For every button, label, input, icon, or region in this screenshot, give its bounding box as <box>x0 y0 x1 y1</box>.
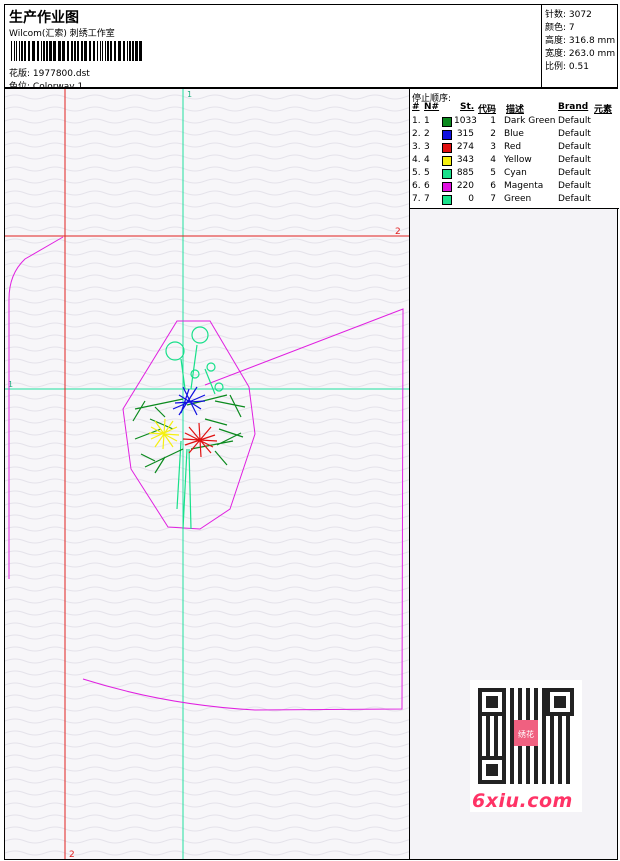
row-code: 3 <box>490 142 496 152</box>
row-stitches: 0 <box>468 194 474 204</box>
row-code: 7 <box>490 194 496 204</box>
stats-panel: 针数: 3072 颜色: 7 高度: 316.8 mm 宽度: 263.0 mm… <box>541 4 618 88</box>
row-desc: Dark Green <box>504 116 556 126</box>
color-swatch <box>442 182 452 192</box>
col-code: 代码 <box>478 105 497 115</box>
design-label: 花版: <box>9 69 31 79</box>
site-watermark: 6xiu.com <box>472 790 573 812</box>
stat-width: 宽度: 263.0 mm <box>545 49 616 59</box>
row-brand: Default <box>558 181 591 191</box>
row-stitches: 1033 <box>454 116 477 126</box>
row-code: 2 <box>490 129 496 139</box>
row-code: 1 <box>490 116 496 126</box>
table-row[interactable]: 1. 1 1033 1 Dark Green Default <box>410 116 619 129</box>
stat-scale: 比例: 0.51 <box>545 62 589 72</box>
guide-label-h2: 2 <box>395 227 401 237</box>
row-stitches: 885 <box>456 168 474 178</box>
table-row[interactable]: 7. 7 0 7 Green Default <box>410 194 619 207</box>
row-num: 6. <box>412 181 421 191</box>
col-brand: Brand <box>558 102 589 112</box>
color-swatch <box>442 156 452 166</box>
row-num: 3. <box>412 142 421 152</box>
svg-text:绣花: 绣花 <box>518 729 534 739</box>
row-desc: Blue <box>504 129 524 139</box>
row-num: 7. <box>412 194 421 204</box>
row-no: 1 <box>424 116 430 126</box>
row-num: 4. <box>412 155 421 165</box>
studio-name: Wilcom(汇索) 刺绣工作室 <box>9 29 115 39</box>
row-stitches: 220 <box>456 181 474 191</box>
guide-label-v1: 1 <box>187 90 192 99</box>
row-no: 6 <box>424 181 430 191</box>
barcode <box>11 41 142 61</box>
row-desc: Red <box>504 142 522 152</box>
stat-height: 高度: 316.8 mm <box>545 36 616 46</box>
design-preview: 1 1 2 2 <box>5 89 409 859</box>
row-no: 4 <box>424 155 430 165</box>
row-brand: Default <box>558 168 591 178</box>
row-no: 3 <box>424 142 430 152</box>
row-num: 5. <box>412 168 421 178</box>
table-row[interactable]: 4. 4 343 4 Yellow Default <box>410 155 619 168</box>
row-code: 6 <box>490 181 496 191</box>
qr-code-image: 绣花 <box>478 688 574 784</box>
col-desc: 描述 <box>506 105 525 115</box>
row-code: 4 <box>490 155 496 165</box>
design-canvas[interactable]: 1 1 2 2 <box>4 88 410 860</box>
col-no: N# <box>424 102 440 112</box>
row-stitches: 274 <box>456 142 474 152</box>
color-swatch <box>442 169 452 179</box>
stop-sequence-table: 停止顺序: # N# St. 代码 描述 Brand 元素 1. 1 1033 1 Da… <box>410 89 619 209</box>
row-desc: Magenta <box>504 181 544 191</box>
row-brand: Default <box>558 116 591 126</box>
stat-colors: 颜色: 7 <box>545 23 575 33</box>
design-value: 1977800.dst <box>32 69 90 79</box>
design-line: 花版: 1977800.dst <box>9 66 90 79</box>
color-swatch <box>442 143 452 153</box>
guide-label-v2: 2 <box>69 850 75 859</box>
page-title: 生产作业图 <box>9 10 79 26</box>
row-brand: Default <box>558 142 591 152</box>
row-brand: Default <box>558 155 591 165</box>
row-stitches: 343 <box>456 155 474 165</box>
row-desc: Green <box>504 194 532 204</box>
row-stitches: 315 <box>456 129 474 139</box>
col-st: St. <box>460 102 475 112</box>
row-brand: Default <box>558 129 591 139</box>
row-brand: Default <box>558 194 591 204</box>
stat-stitches: 针数: 3072 <box>545 10 592 20</box>
table-row[interactable]: 5. 5 885 5 Cyan Default <box>410 168 619 181</box>
table-row[interactable]: 3. 3 274 3 Red Default <box>410 142 619 155</box>
header-panel: 生产作业图 Wilcom(汇索) 刺绣工作室 花版: 1977800.dst 色… <box>4 4 542 92</box>
row-num: 1. <box>412 116 421 126</box>
row-code: 5 <box>490 168 496 178</box>
color-swatch <box>442 195 452 205</box>
row-num: 2. <box>412 129 421 139</box>
row-no: 5 <box>424 168 430 178</box>
row-desc: Yellow <box>504 155 532 165</box>
color-swatch <box>442 117 452 127</box>
color-swatch <box>442 130 452 140</box>
row-no: 7 <box>424 194 430 204</box>
row-desc: Cyan <box>504 168 527 178</box>
col-num: # <box>412 102 420 112</box>
row-no: 2 <box>424 129 430 139</box>
col-elem: 元素 <box>594 105 613 115</box>
table-row[interactable]: 2. 2 315 2 Blue Default <box>410 129 619 142</box>
table-row[interactable]: 6. 6 220 6 Magenta Default <box>410 181 619 194</box>
